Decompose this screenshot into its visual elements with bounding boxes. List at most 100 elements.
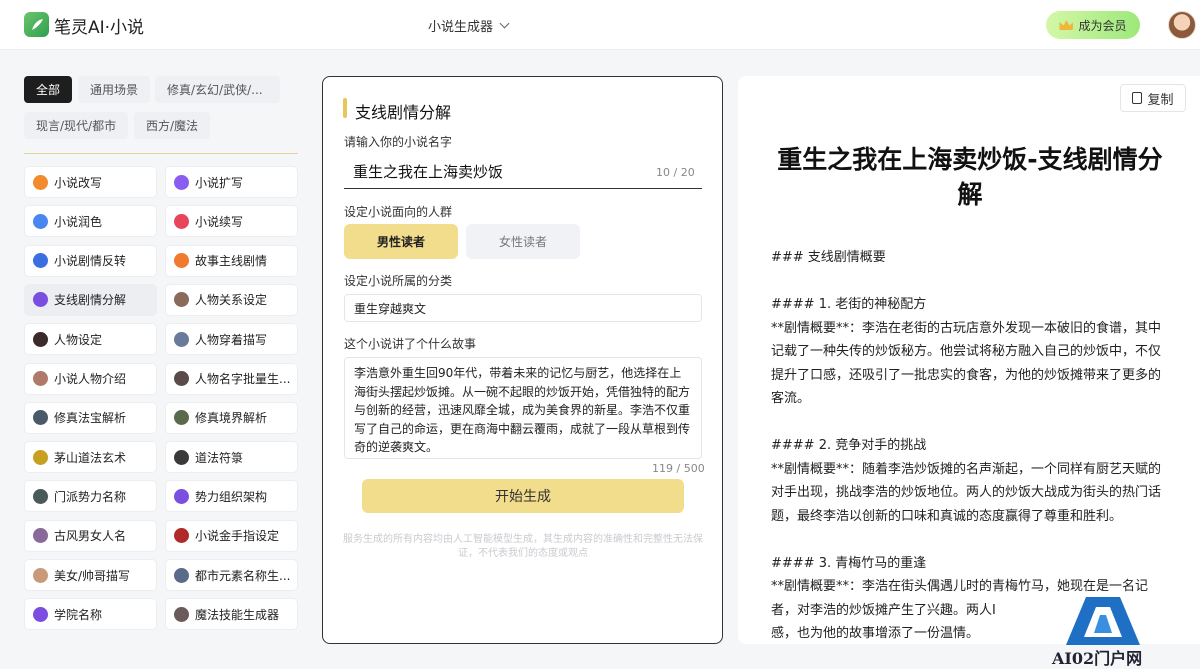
tool-item[interactable]: 小说润色 — [24, 205, 157, 238]
tool-item-label: 美女/帅哥描写 — [54, 568, 131, 583]
tool-item[interactable]: 门派势力名称 — [24, 480, 157, 513]
tool-item-label: 修真法宝解析 — [54, 411, 127, 426]
tool-item-label: 小说剧情反转 — [54, 254, 127, 269]
tool-item-label: 小说改写 — [54, 175, 103, 190]
tool-item[interactable]: 美女/帅哥描写 — [24, 559, 157, 591]
form-title: 支线剧情分解 — [355, 103, 452, 122]
watermark-logo-icon — [1066, 597, 1140, 645]
continue-icon — [174, 213, 189, 229]
copy-icon — [1132, 92, 1143, 104]
result-panel: 复制 重生之我在上海卖炒饭-支线剧情分解 ### 支线剧情概要 #### 1. … — [738, 76, 1200, 644]
filter-xianxia[interactable]: 修真/玄幻/武侠/... — [155, 76, 280, 103]
tool-item-label: 人物穿着描写 — [195, 332, 268, 347]
watermark-text: AI02门户网 — [1052, 649, 1143, 668]
org-icon — [174, 488, 189, 504]
chevron-down-icon — [499, 18, 510, 29]
filter-modern[interactable]: 现言/现代/都市 — [24, 112, 129, 139]
story-textarea[interactable]: 李浩意外重生回90年代，带着未来的记忆与厨艺，他选择在上海街头摆起炒饭摊。从一碗… — [344, 357, 702, 459]
tool-item-label: 茅山道法玄术 — [54, 450, 127, 465]
result-title: 重生之我在上海卖炒饭-支线剧情分解 — [777, 145, 1163, 209]
audience-male-button[interactable]: 男性读者 — [344, 224, 458, 259]
logo-icon[interactable] — [24, 12, 49, 37]
novel-name-label: 请输入你的小说名字 — [344, 135, 453, 149]
copy-label: 复制 — [1147, 92, 1174, 108]
names-avatar-icon — [174, 371, 189, 386]
subplot-icon — [33, 292, 48, 308]
audience-female-button[interactable]: 女性读者 — [466, 224, 580, 259]
city-avatar-icon — [174, 567, 189, 583]
user-avatar[interactable] — [1168, 11, 1196, 39]
watermark: AI02门户网 — [1048, 595, 1158, 669]
tool-item[interactable]: 人物关系设定 — [165, 283, 298, 316]
sect-avatar-icon — [33, 488, 48, 504]
audience-label: 设定小说面向的人群 — [344, 205, 453, 219]
tool-item[interactable]: 小说续写 — [165, 205, 298, 238]
tool-item[interactable]: 学院名称 — [24, 598, 157, 631]
tool-item[interactable]: 势力组织架构 — [165, 480, 298, 513]
tool-item[interactable]: 古风男女人名 — [24, 519, 157, 552]
tool-item[interactable]: 小说人物介绍 — [24, 362, 157, 395]
cheat-avatar-icon — [174, 528, 189, 544]
expand-icon — [174, 174, 189, 190]
ai-disclaimer: 服务生成的所有内容均由人工智能模型生成，其生成内容的准确性和完整性无法保证，不代… — [343, 534, 703, 559]
tool-item-label: 学院名称 — [54, 607, 103, 622]
tool-item-label: 小说续写 — [195, 214, 244, 229]
side-feedback-tab[interactable] — [1192, 436, 1200, 488]
taoist-avatar-icon — [33, 449, 48, 465]
result-body: ### 支线剧情概要 #### 1. 老街的神秘配方 **剧情概要**：李浩在老… — [771, 250, 1162, 641]
start-generate-button[interactable]: 开始生成 — [362, 479, 684, 513]
filter-all[interactable]: 全部 — [24, 76, 73, 103]
ancient-avatar-icon — [33, 528, 48, 544]
mainline-icon — [174, 253, 189, 269]
tool-item[interactable]: 小说剧情反转 — [24, 244, 157, 277]
tool-item[interactable]: 魔法技能生成器 — [165, 598, 298, 631]
generator-dropdown[interactable]: 小说生成器 — [428, 16, 510, 35]
character-avatar-icon — [33, 331, 48, 347]
novel-name-value: 重生之我在上海卖炒饭 — [353, 163, 504, 181]
tool-item[interactable]: 茅山道法玄术 — [24, 441, 157, 474]
tool-item[interactable]: 人物穿着描写 — [165, 323, 298, 356]
tool-item[interactable]: 小说扩写 — [165, 166, 298, 198]
tool-item-label: 人物关系设定 — [195, 293, 268, 308]
copy-button[interactable]: 复制 — [1120, 84, 1186, 112]
treasure-avatar-icon — [33, 410, 48, 426]
category-input[interactable]: 重生穿越爽文 — [344, 294, 702, 322]
intro-avatar-icon — [33, 371, 48, 386]
tool-item[interactable]: 道法符箓 — [165, 441, 298, 474]
filter-western[interactable]: 西方/魔法 — [134, 112, 211, 139]
tool-item-label: 人物名字批量生... — [195, 372, 291, 386]
tool-item[interactable]: 小说改写 — [24, 166, 157, 198]
story-char-counter: 119 / 500 — [652, 462, 705, 475]
become-member-button[interactable]: 成为会员 — [1046, 11, 1140, 39]
filter-general[interactable]: 通用场景 — [78, 76, 151, 103]
tool-item[interactable]: 支线剧情分解 — [24, 283, 157, 316]
realm-avatar-icon — [174, 410, 189, 426]
tool-item[interactable]: 小说金手指设定 — [165, 519, 298, 552]
tool-item[interactable]: 人物名字批量生... — [165, 362, 298, 395]
beauty-avatar-icon — [33, 567, 48, 583]
tool-item-label: 都市元素名称生... — [195, 568, 291, 583]
name-char-counter: 10 / 20 — [656, 166, 695, 179]
novel-name-input[interactable]: 重生之我在上海卖炒饭 — [344, 155, 702, 189]
tool-item-label: 故事主线剧情 — [195, 254, 268, 269]
become-member-label: 成为会员 — [1078, 18, 1127, 33]
magic-avatar-icon — [174, 606, 189, 622]
tool-item[interactable]: 修真境界解析 — [165, 401, 298, 434]
polish-icon — [33, 213, 48, 229]
tool-item-label: 小说润色 — [54, 214, 103, 229]
tool-item-label: 小说金手指设定 — [195, 529, 280, 544]
tool-item[interactable]: 修真法宝解析 — [24, 401, 157, 434]
tool-item[interactable]: 都市元素名称生... — [165, 559, 298, 591]
tool-item[interactable]: 人物设定 — [24, 323, 157, 356]
category-value: 重生穿越爽文 — [354, 301, 427, 316]
relation-avatar-icon — [174, 292, 189, 308]
form-panel: 支线剧情分解 请输入你的小说名字 重生之我在上海卖炒饭 10 / 20 设定小说… — [322, 76, 723, 644]
tool-item-label: 人物设定 — [54, 332, 103, 347]
reverse-icon — [33, 253, 48, 269]
tool-item[interactable]: 故事主线剧情 — [165, 244, 298, 277]
brand-name[interactable]: 笔灵AI·小说 — [54, 13, 144, 38]
tool-item-label: 势力组织架构 — [195, 489, 268, 504]
tool-item-label: 支线剧情分解 — [54, 293, 127, 308]
tool-item-label: 门派势力名称 — [54, 489, 127, 504]
category-label: 设定小说所属的分类 — [344, 274, 453, 288]
